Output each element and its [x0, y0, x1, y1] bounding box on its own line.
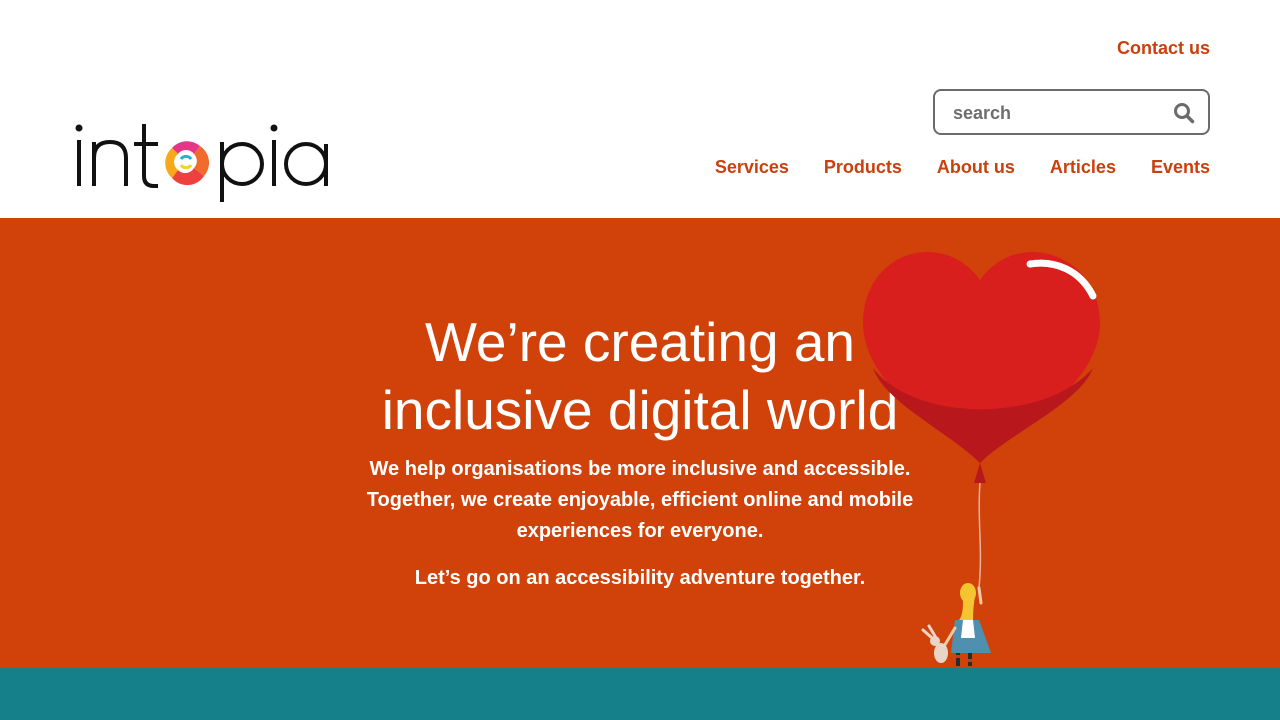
hero-title-line: inclusive digital world — [381, 379, 899, 441]
hero-description-line: We help organisations be more inclusive … — [369, 458, 911, 480]
hero-description-line: Together, we create enjoyable, efficient… — [366, 489, 914, 511]
heart-balloon-illustration — [863, 252, 1100, 666]
hero-title-line: We’re creating an — [424, 311, 856, 373]
intopia-logo[interactable] — [74, 118, 334, 208]
nav-events[interactable]: Events — [1151, 157, 1210, 178]
search-icon[interactable] — [1173, 102, 1195, 124]
nav-about-us[interactable]: About us — [937, 157, 1015, 178]
nav-articles[interactable]: Articles — [1050, 157, 1116, 178]
hero-tagline: Let’s go on an accessibility adventure t… — [414, 567, 866, 589]
nav-services[interactable]: Services — [715, 157, 789, 178]
site-header: Contact us Services Products About us Ar… — [0, 0, 1280, 218]
nav-products[interactable]: Products — [824, 157, 902, 178]
hero-description: We help organisations be more inclusive … — [340, 454, 940, 547]
teal-band — [0, 668, 1280, 720]
hero-banner: We’re creating an inclusive digital worl… — [0, 218, 1280, 668]
contact-us-link[interactable]: Contact us — [1117, 38, 1210, 59]
logo-icon — [75, 124, 328, 202]
hero-description-line: experiences for everyone. — [516, 520, 764, 542]
search-input[interactable] — [953, 101, 1163, 125]
search-box[interactable] — [933, 89, 1210, 135]
hero-title: We’re creating an inclusive digital worl… — [340, 308, 940, 444]
main-nav: Services Products About us Articles Even… — [715, 157, 1210, 178]
